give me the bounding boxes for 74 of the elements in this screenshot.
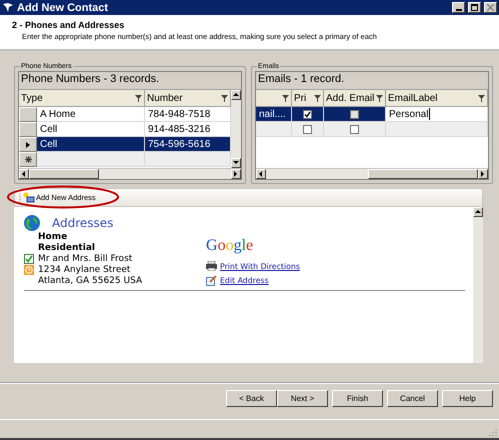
- filter-icon[interactable]: [478, 94, 485, 102]
- dialog-button[interactable]: Finish: [332, 390, 383, 407]
- edit-icon: [206, 275, 217, 286]
- dialog-button[interactable]: < Back: [226, 390, 277, 407]
- dialog-button[interactable]: Help: [442, 390, 493, 407]
- dialog-button[interactable]: Cancel: [387, 390, 438, 407]
- table-cell: nail....: [256, 107, 292, 122]
- filter-icon[interactable]: [314, 94, 321, 102]
- grid-caption: Emails - 1 record.: [256, 72, 488, 90]
- maximize-icon: [471, 4, 478, 11]
- dialog-button[interactable]: Next >: [277, 390, 328, 407]
- table-cell: Cell: [37, 122, 145, 137]
- row-header[interactable]: [19, 152, 37, 167]
- vertical-scrollbar[interactable]: [231, 90, 241, 168]
- column-header[interactable]: Pri: [292, 90, 324, 107]
- close-button[interactable]: [484, 2, 497, 13]
- arrow-icon: [474, 208, 482, 216]
- arrow-icon: [257, 170, 265, 178]
- scroll-right-button[interactable]: [231, 169, 241, 179]
- table-cell: 784-948-7518: [145, 107, 231, 122]
- recipient-name: Mr and Mrs. Bill Frost: [38, 254, 132, 264]
- table-cell: 914-485-3216: [145, 122, 231, 137]
- google-logo: Google: [206, 237, 254, 255]
- maximize-button[interactable]: [468, 2, 481, 13]
- table-cell: 754-596-5616: [145, 137, 231, 152]
- address-name: Home: [38, 232, 68, 242]
- arrow-icon: [20, 170, 28, 178]
- filter-icon[interactable]: [376, 94, 383, 102]
- scroll-up-button[interactable]: [473, 207, 483, 217]
- scrollbar-thumb[interactable]: [29, 169, 99, 179]
- filter-icon[interactable]: [282, 94, 289, 102]
- city-line: Atlanta, GA 55625 USA: [38, 276, 142, 286]
- column-header[interactable]: [256, 90, 292, 107]
- filter-icon[interactable]: [221, 94, 228, 102]
- scrollbar-thumb[interactable]: [368, 169, 478, 179]
- horizontal-scrollbar[interactable]: [19, 168, 241, 179]
- step-title: 2 - Phones and Addresses: [12, 20, 126, 30]
- scroll-up-button[interactable]: [231, 90, 241, 100]
- grid-caption: Phone Numbers - 3 records.: [19, 72, 241, 90]
- new-row-icon: [24, 156, 32, 163]
- column-header[interactable]: Type: [19, 90, 145, 107]
- close-icon: [487, 4, 494, 11]
- filter-icon[interactable]: [135, 94, 142, 102]
- globe-icon: [24, 215, 40, 231]
- vertical-scrollbar[interactable]: [473, 207, 483, 363]
- street-address: 1234 Anylane Street: [38, 264, 130, 274]
- checkbox[interactable]: [350, 110, 359, 118]
- current-row-icon: [26, 142, 30, 148]
- minimize-button[interactable]: [452, 2, 465, 13]
- scroll-down-button[interactable]: [231, 158, 241, 168]
- column-header[interactable]: EmailLabel: [386, 90, 488, 107]
- checkbox[interactable]: [303, 124, 312, 134]
- arrow-icon: [232, 91, 240, 99]
- row-header[interactable]: [19, 137, 37, 152]
- column-header[interactable]: Add. Email: [324, 90, 386, 107]
- scroll-left-button[interactable]: [19, 169, 29, 179]
- app-icon: [2, 2, 14, 13]
- section-title: Addresses: [52, 216, 114, 230]
- table-cell: Cell: [37, 137, 145, 152]
- window-title: Add New Contact: [17, 2, 110, 14]
- horizontal-scrollbar[interactable]: [256, 168, 488, 179]
- column-header[interactable]: Number: [145, 90, 231, 107]
- address-type: Residential: [38, 242, 95, 252]
- checkbox[interactable]: [350, 124, 359, 134]
- printer-icon: [206, 261, 217, 271]
- text-input[interactable]: Personal: [386, 107, 488, 122]
- add-address-icon: [23, 192, 35, 203]
- arrow-icon: [479, 170, 487, 178]
- scroll-right-button[interactable]: [478, 169, 488, 179]
- scroll-left-button[interactable]: [256, 169, 266, 179]
- table-cell: A Home: [37, 107, 145, 122]
- clock-icon: [24, 264, 34, 274]
- resize-grip-icon[interactable]: [489, 428, 497, 436]
- checkbox[interactable]: [303, 110, 312, 118]
